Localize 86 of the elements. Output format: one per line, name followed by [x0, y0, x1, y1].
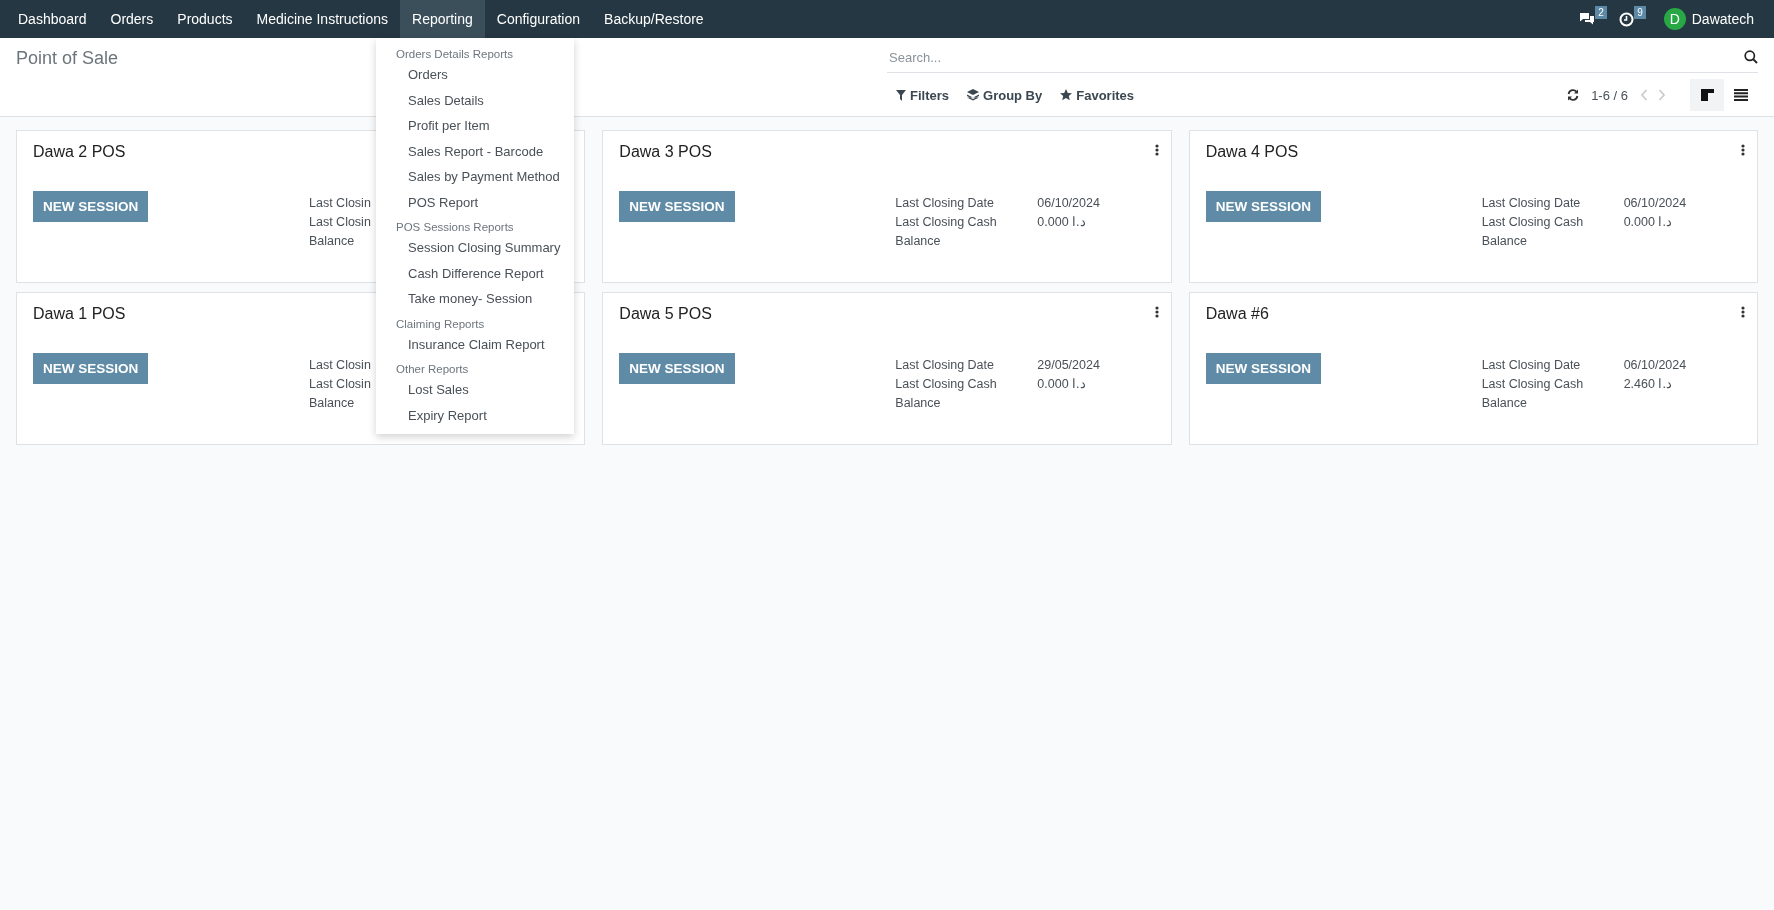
field-label: Last Closing Date [895, 357, 994, 374]
menu-item[interactable]: Orders [376, 62, 458, 88]
list-icon [1734, 89, 1748, 101]
menu-item[interactable]: POS Report [376, 189, 489, 215]
field-value: 0.000 د.ا [1623, 214, 1672, 231]
menu-item[interactable]: Sales Report - Barcode [376, 138, 554, 164]
card-title: Dawa 5 POS [619, 305, 712, 323]
user-name: Dawatech [1691, 11, 1754, 27]
page-title: Point of Sale [16, 48, 119, 69]
field-label: Last Closing Date [1481, 195, 1581, 212]
menu-item[interactable]: Sales Details [376, 87, 494, 113]
nav-menu-item[interactable]: Orders [98, 0, 166, 38]
filter-icon [896, 89, 906, 101]
refresh-icon[interactable] [1567, 89, 1580, 101]
field-label: Last Closing Cash [1481, 214, 1584, 231]
clock-icon[interactable] [1618, 11, 1634, 27]
nav-menu-item[interactable]: Medicine Instructions [244, 0, 401, 38]
field-label: Last Closing Cash [895, 214, 997, 231]
activity-count-badge: 9 [1634, 5, 1646, 19]
new-session-button[interactable]: NEW SESSION [33, 353, 149, 384]
new-session-button[interactable]: NEW SESSION [619, 353, 735, 384]
new-session-button[interactable]: NEW SESSION [1205, 353, 1321, 384]
menu-section-header: Claiming Reports [395, 316, 485, 332]
card-title: Dawa #6 [1205, 305, 1269, 323]
field-label: Balance [1481, 233, 1527, 250]
menu-section-header: Orders Details Reports [395, 47, 513, 62]
new-session-button[interactable]: NEW SESSION [1205, 191, 1321, 222]
field-label: Last Closin [309, 195, 371, 212]
field-label: Last Closing Cash [1481, 376, 1584, 393]
menu-item[interactable]: Expiry Report [376, 402, 497, 428]
field-label: Balance [309, 395, 355, 412]
nav-menu-item[interactable]: Reporting [400, 0, 485, 38]
filter-button[interactable]: Filters [887, 87, 958, 103]
nav-menu-item[interactable]: Configuration [484, 0, 593, 38]
field-label: Last Closing Date [895, 195, 994, 212]
field-label: Last Closing Date [1481, 357, 1581, 374]
kanban-icon [1700, 89, 1714, 101]
card-title: Dawa 3 POS [619, 143, 712, 161]
field-value: 06/10/2024 [1623, 357, 1687, 374]
search-field[interactable]: Search... [887, 49, 1744, 65]
group-button[interactable]: Group By [958, 87, 1052, 103]
field-label: Balance [895, 233, 941, 250]
field-label: Last Closing Cash [895, 376, 997, 393]
field-label: Balance [309, 233, 355, 250]
kebab-icon[interactable] [1741, 306, 1745, 318]
field-label: Last Closin [309, 357, 371, 374]
favorite-button[interactable]: Favorites [1051, 87, 1144, 103]
field-value: 06/10/2024 [1623, 195, 1687, 212]
user-menu[interactable]: D Dawatech [1657, 7, 1760, 31]
search-icon[interactable] [1744, 50, 1758, 64]
card-title: Dawa 2 POS [33, 143, 126, 161]
kebab-icon[interactable] [1154, 144, 1159, 156]
card-title: Dawa 4 POS [1205, 143, 1299, 161]
field-value: 0.000 د.ا [1037, 376, 1086, 393]
new-session-button[interactable]: NEW SESSION [33, 191, 149, 222]
pager-value: 1-6 / 6 [1591, 87, 1628, 103]
field-label: Last Closin [309, 376, 371, 393]
field-label: Last Closin [309, 214, 371, 231]
field-value: 0.000 د.ا [1037, 214, 1086, 231]
field-label: Balance [895, 395, 941, 412]
menu-item[interactable]: Sales by Payment Method [376, 164, 570, 190]
menu-item[interactable]: Lost Sales [376, 377, 479, 403]
nav-menu-item[interactable]: Backup/Restore [592, 0, 716, 38]
field-value: 29/05/2024 [1037, 357, 1100, 374]
message-count-badge: 2 [1595, 6, 1607, 19]
field-label: Balance [1481, 395, 1527, 412]
menu-item[interactable]: Session Closing Summary [376, 235, 571, 261]
layers-icon [967, 89, 979, 101]
chat-icon[interactable] [1578, 12, 1595, 26]
new-session-button[interactable]: NEW SESSION [619, 191, 735, 222]
menu-item[interactable]: Profit per Item [376, 113, 500, 139]
kanban-view-button[interactable] [1690, 79, 1724, 111]
field-value: 2.460 د.ا [1623, 376, 1672, 393]
menu-item[interactable]: Insurance Claim Report [376, 331, 555, 357]
avatar: D [1663, 8, 1686, 30]
card-title: Dawa 1 POS [33, 305, 126, 323]
menu-item[interactable]: Cash Difference Report [376, 260, 554, 286]
nav-menu-item[interactable]: Products [165, 0, 245, 38]
menu-section-header: POS Sessions Reports [395, 220, 514, 235]
field-value: 06/10/2024 [1037, 195, 1100, 212]
star-icon [1060, 89, 1073, 101]
menu-section-header: Other Reports [395, 362, 469, 377]
kebab-icon[interactable] [1154, 306, 1159, 318]
menu-item[interactable]: Take money- Session [376, 286, 543, 312]
kebab-icon[interactable] [1741, 144, 1745, 156]
nav-menu-item[interactable]: Dashboard [6, 0, 99, 38]
